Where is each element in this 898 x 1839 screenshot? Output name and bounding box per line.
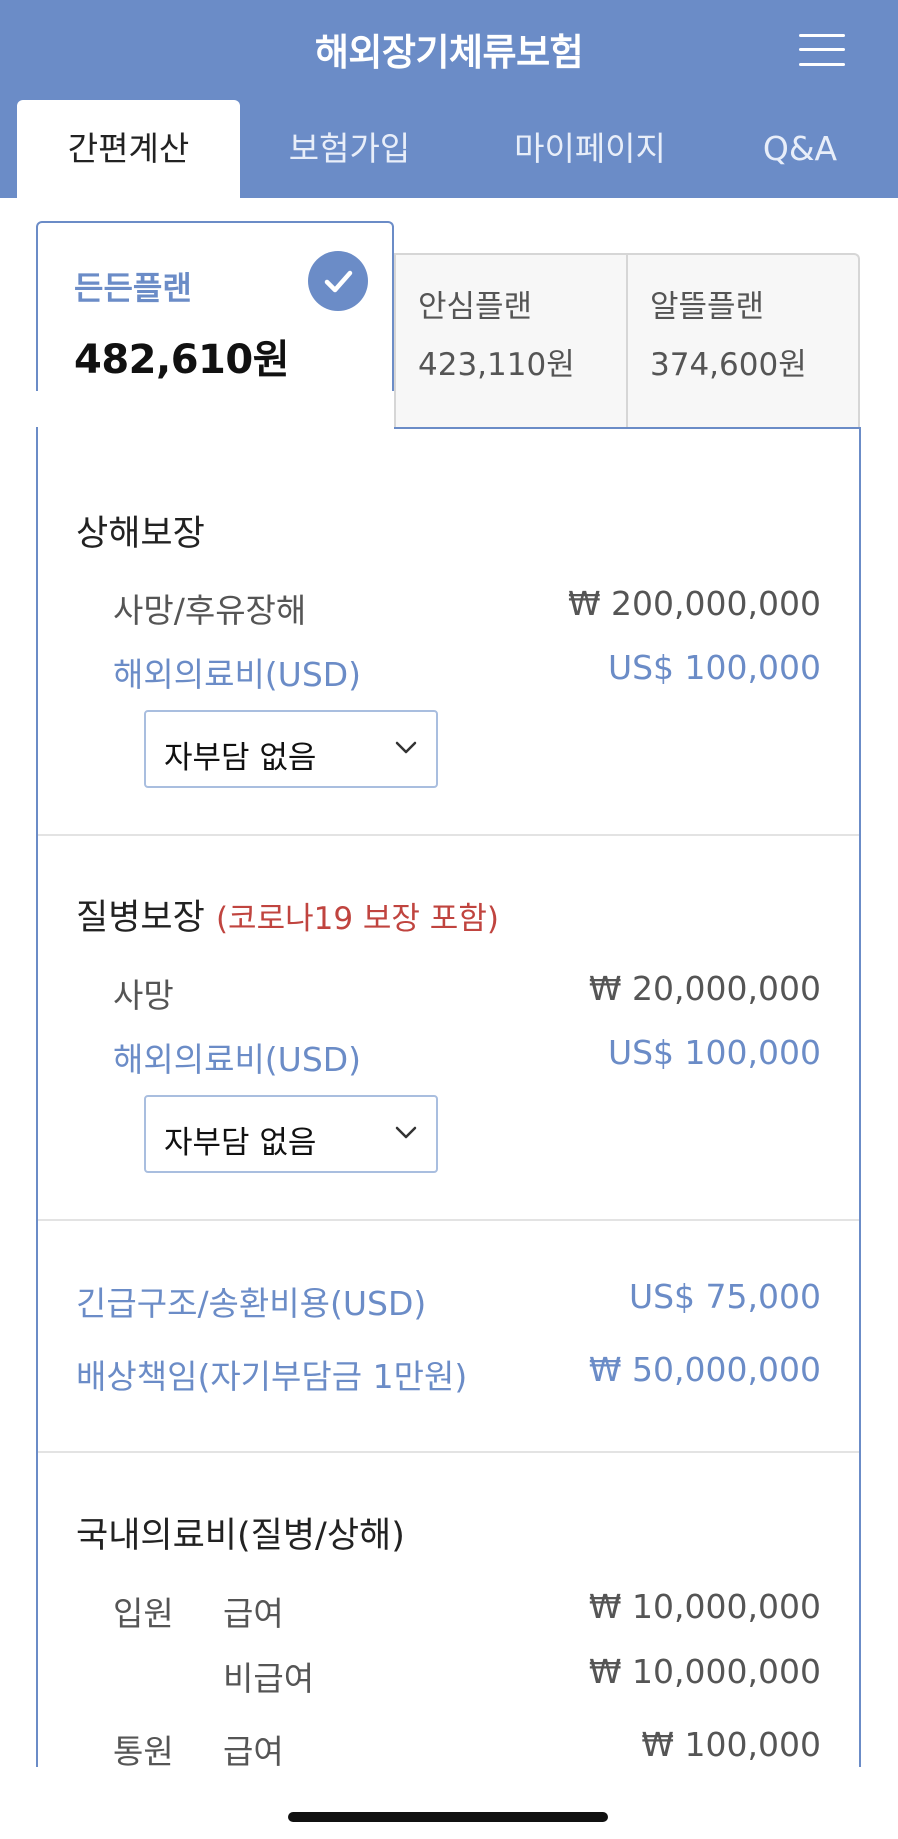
plan-price: 482,610원	[74, 337, 290, 383]
home-indicator[interactable]	[288, 1812, 608, 1822]
tab-simple-calc[interactable]: 간편계산	[17, 100, 240, 198]
menu-bar	[799, 48, 845, 51]
disease-death-label: 사망	[113, 976, 174, 1015]
menu-bar	[799, 34, 845, 37]
menu-bar	[799, 63, 845, 66]
inpatient-covered-label: 급여	[223, 1594, 284, 1633]
injury-medical-label[interactable]: 해외의료비(USD)	[113, 648, 361, 696]
inpatient-noncovered-value: ₩ 10,000,000	[588, 1652, 821, 1691]
plan-name: 든든플랜	[74, 269, 192, 307]
disease-medical-value: US$ 100,000	[607, 1033, 821, 1072]
disease-title-text: 질병보장	[76, 898, 205, 938]
section-divider	[38, 1219, 859, 1221]
liability-label[interactable]: 배상책임(자기부담금 1만원)	[76, 1350, 467, 1398]
disease-section-title: 질병보장 (코로나19 보장 포함)	[76, 889, 499, 940]
disease-deductible-select[interactable]: 자부담 없음	[144, 1095, 438, 1173]
select-value: 자부담 없음	[164, 740, 317, 776]
coverage-card: 상해보장 사망/후유장해 ₩ 200,000,000 해외의료비(USD) US…	[36, 427, 861, 1771]
outpatient-covered-label: 급여	[223, 1732, 284, 1771]
injury-deductible-select[interactable]: 자부담 없음	[144, 710, 438, 788]
outpatient-covered-value: ₩ 100,000	[641, 1725, 821, 1764]
chevron-down-icon	[394, 1125, 418, 1145]
tab-qna[interactable]: Q&A	[748, 100, 852, 198]
plan-tab-dundeun[interactable]: 든든플랜 482,610원	[36, 221, 394, 391]
inpatient-label: 입원	[113, 1594, 174, 1633]
card-top-border	[394, 427, 861, 429]
disease-covid-note: (코로나19 보장 포함)	[215, 901, 499, 937]
inpatient-covered-value: ₩ 10,000,000	[588, 1587, 821, 1626]
check-icon	[308, 251, 368, 311]
select-value: 자부담 없음	[164, 1125, 317, 1161]
injury-death-value: ₩ 200,000,000	[567, 584, 821, 623]
chevron-down-icon	[394, 740, 418, 760]
disease-medical-label[interactable]: 해외의료비(USD)	[113, 1033, 361, 1081]
plan-name: 알뜰플랜	[650, 289, 765, 325]
inpatient-noncovered-label: 비급여	[223, 1659, 315, 1698]
section-divider	[38, 1451, 859, 1453]
tab-insurance-signup[interactable]: 보험가입	[262, 100, 437, 198]
liability-value: ₩ 50,000,000	[588, 1350, 821, 1389]
rescue-label[interactable]: 긴급구조/송환비용(USD)	[76, 1277, 426, 1325]
section-divider	[38, 834, 859, 836]
rescue-value: US$ 75,000	[628, 1277, 821, 1316]
injury-death-label: 사망/후유장해	[113, 591, 307, 630]
tab-my-page[interactable]: 마이페이지	[490, 100, 690, 198]
app-header: 해외장기체류보험 간편계산 보험가입 마이페이지 Q&A	[0, 0, 898, 198]
plan-price: 423,110원	[418, 347, 575, 383]
injury-medical-value: US$ 100,000	[607, 648, 821, 687]
plan-tab-altteul[interactable]: 알뜰플랜 374,600원	[626, 253, 860, 428]
app-title: 해외장기체류보험	[314, 31, 584, 74]
plan-tab-ansim[interactable]: 안심플랜 423,110원	[394, 253, 628, 428]
domestic-section-title: 국내의료비(질병/상해)	[76, 1516, 405, 1556]
plan-price: 374,600원	[650, 347, 807, 383]
injury-section-title: 상해보장	[76, 514, 205, 554]
outpatient-label: 통원	[113, 1732, 174, 1771]
plan-name: 안심플랜	[418, 289, 533, 325]
hamburger-menu-icon[interactable]	[799, 32, 845, 68]
disease-death-value: ₩ 20,000,000	[588, 969, 821, 1008]
